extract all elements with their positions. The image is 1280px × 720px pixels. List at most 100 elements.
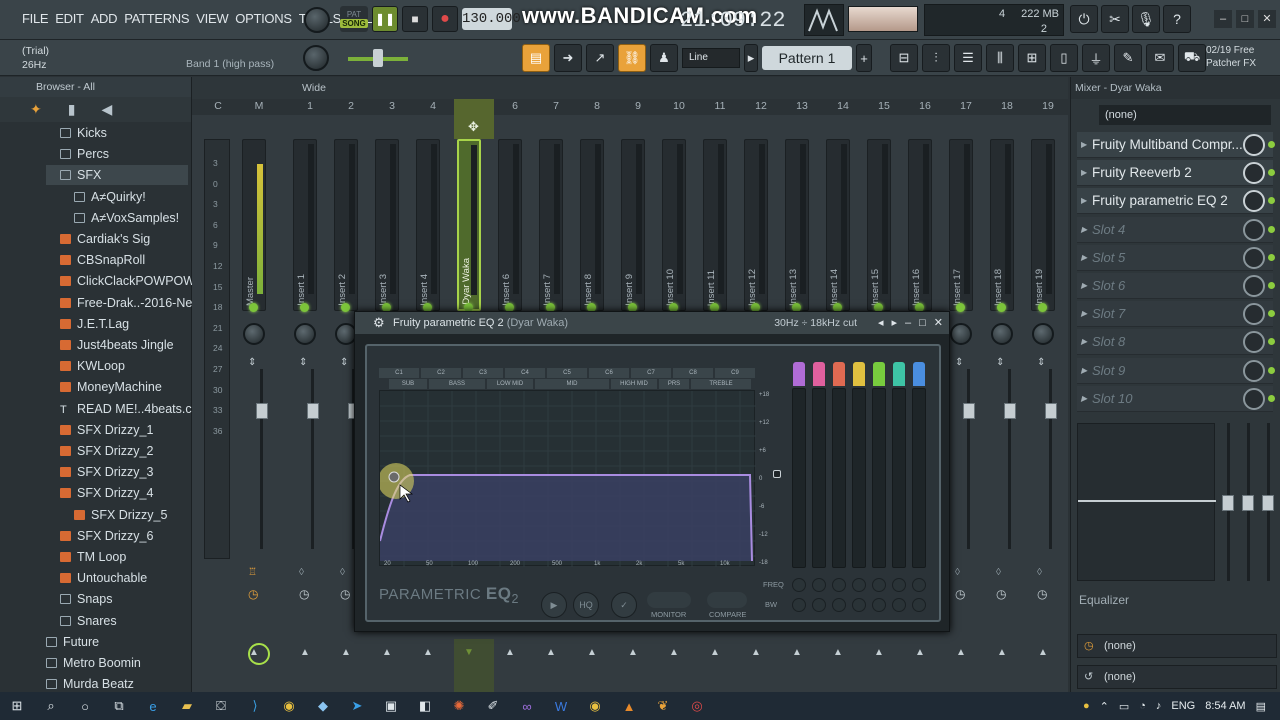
menu-file[interactable]: FILE <box>22 11 49 26</box>
mixer-strip[interactable]: Insert 17 <box>949 139 973 311</box>
task-view-button[interactable]: ⧉ <box>102 692 136 720</box>
slot-mix-knob[interactable] <box>1243 331 1265 354</box>
telegram-app[interactable]: ➤ <box>340 692 374 720</box>
app-2[interactable]: ▣ <box>374 692 408 720</box>
band-5-bw-knob[interactable] <box>872 598 886 612</box>
auto-gain-button[interactable]: ✓ <box>611 592 637 618</box>
band-3-tab[interactable] <box>833 362 845 386</box>
band-7-tab[interactable] <box>913 362 925 386</box>
send-arrow-icon[interactable]: ▲ <box>505 647 515 658</box>
bandicam-app[interactable]: ◎ <box>680 692 714 720</box>
send-arrow-icon[interactable]: ▲ <box>669 647 679 658</box>
track-number[interactable]: 13 <box>790 100 814 112</box>
vlc-app[interactable]: ▲ <box>612 692 646 720</box>
send-arrow-icon[interactable]: ▲ <box>874 647 884 658</box>
browser-item[interactable]: Cardiak's Sig <box>60 229 150 249</box>
minimize-icon[interactable]: – <box>905 312 911 334</box>
chrome-app-2[interactable]: ◉ <box>578 692 612 720</box>
mixer-strip[interactable]: Insert 6 <box>498 139 522 311</box>
track-equalizer-graph[interactable] <box>1077 423 1216 581</box>
band-4-tab[interactable] <box>853 362 865 386</box>
pan-knob[interactable] <box>243 323 265 345</box>
send-arrow-icon[interactable]: ▲ <box>300 647 310 658</box>
file-icon[interactable]: ▮ <box>68 101 76 118</box>
slot-enable-led[interactable] <box>1268 338 1275 346</box>
volume-fader[interactable] <box>1004 403 1016 419</box>
latency-icon[interactable]: ◷ <box>299 587 309 601</box>
notification-icon[interactable]: ▤ <box>1256 700 1266 713</box>
slot-mix-knob[interactable] <box>1243 303 1265 326</box>
send-arrow-icon[interactable]: ▲ <box>710 647 720 658</box>
mixer-strip[interactable]: Dyar Waka <box>457 139 481 311</box>
expand-icon[interactable]: ▶ <box>1081 188 1087 214</box>
send-arrow-icon[interactable]: ▲ <box>423 647 433 658</box>
track-number[interactable]: 2 <box>339 100 363 112</box>
browser-item[interactable]: Just4beats Jingle <box>60 335 174 355</box>
mixer-strip[interactable]: Master <box>242 139 266 311</box>
snap-selector[interactable]: Line <box>682 48 740 68</box>
effect-slot[interactable]: ▶ Fruity parametric EQ 2 <box>1077 188 1275 215</box>
slot-enable-led[interactable] <box>1268 225 1275 233</box>
band-5-freq-knob[interactable] <box>872 578 886 592</box>
menu-edit[interactable]: EDIT <box>55 11 84 26</box>
language-indicator[interactable]: ENG <box>1171 700 1195 712</box>
pattern-selector[interactable]: Pattern 1 <box>762 46 852 70</box>
send-arrow-icon[interactable]: ▲ <box>382 647 392 658</box>
band-2-tab[interactable] <box>813 362 825 386</box>
browser-item[interactable]: TM Loop <box>60 547 126 567</box>
mixer-strip[interactable]: Insert 4 <box>416 139 440 311</box>
band-2-freq-knob[interactable] <box>812 578 826 592</box>
track-number[interactable]: 16 <box>913 100 937 112</box>
mixer-strip[interactable]: Insert 8 <box>580 139 604 311</box>
play-button[interactable]: ▶ <box>541 592 567 618</box>
maximize-icon[interactable]: □ <box>919 312 926 334</box>
master-pitch-knob[interactable] <box>303 45 329 71</box>
app-4[interactable]: ✺ <box>442 692 476 720</box>
clock[interactable]: 8:54 AM <box>1205 700 1245 712</box>
band-7-gain-slider[interactable] <box>912 388 926 568</box>
stereo-swap-icon[interactable]: ⇕ <box>248 357 256 368</box>
lock-icon[interactable]: ◊ <box>996 567 1001 578</box>
track-number[interactable]: 4 <box>421 100 445 112</box>
chrome-app[interactable]: ◉ <box>272 692 306 720</box>
send-arrow-icon[interactable]: ▲ <box>1038 647 1048 658</box>
pattern-prev[interactable]: ▸ <box>744 44 758 72</box>
tray-icon[interactable]: ● <box>1083 700 1090 712</box>
slot-enable-led[interactable] <box>1268 394 1275 402</box>
send-arrow-icon[interactable]: ▲ <box>587 647 597 658</box>
slot-mix-knob[interactable] <box>1243 134 1265 156</box>
output-selector-1[interactable]: ◷ (none) <box>1077 634 1277 658</box>
band-6-freq-knob[interactable] <box>892 578 906 592</box>
slot-mix-knob[interactable] <box>1243 218 1265 241</box>
lock-icon[interactable]: ◊ <box>955 567 960 578</box>
news-panel[interactable]: 02/19 Free Patcher FX <box>1206 44 1256 70</box>
effect-slot[interactable]: ▶ Slot 8 <box>1077 329 1275 356</box>
browser-item[interactable]: SFX Drizzy_6 <box>60 526 153 546</box>
band-6-gain-slider[interactable] <box>892 388 906 568</box>
playlist-window-button[interactable]: ⊟ <box>890 44 918 72</box>
effect-slot[interactable]: ▶ Slot 9 <box>1077 357 1275 384</box>
send-arrow-icon[interactable]: ▲ <box>546 647 556 658</box>
browser-item[interactable]: SFX Drizzy_1 <box>60 420 153 440</box>
slot-mix-knob[interactable] <box>1243 162 1265 185</box>
lock-icon[interactable]: ◊ <box>299 567 304 578</box>
send-arrow-icon[interactable]: ▲ <box>751 647 761 658</box>
word-app[interactable]: W <box>544 692 578 720</box>
track-number[interactable]: 18 <box>995 100 1019 112</box>
send-arrow-icon[interactable]: ▲ <box>956 647 966 658</box>
track-number[interactable]: 15 <box>872 100 896 112</box>
fl-studio-app[interactable]: ❦ <box>646 692 680 720</box>
expand-icon[interactable]: ▶ <box>1081 217 1087 243</box>
band-1-node[interactable] <box>388 471 400 483</box>
slot-mix-knob[interactable] <box>1243 190 1265 213</box>
latency-icon[interactable]: ◷ <box>1037 587 1047 601</box>
monitor-switch[interactable] <box>647 592 691 608</box>
volume-icon[interactable]: ♪ <box>1156 700 1162 712</box>
track-number[interactable]: 9 <box>626 100 650 112</box>
battery-icon[interactable]: ▭ <box>1119 700 1129 713</box>
band-7-bw-knob[interactable] <box>912 598 926 612</box>
effect-slot[interactable]: ▶ Slot 10 <box>1077 385 1275 412</box>
stereo-swap-icon[interactable]: ⇕ <box>955 357 963 368</box>
pan-knob[interactable] <box>950 323 972 345</box>
slot-mix-knob[interactable] <box>1243 387 1265 410</box>
